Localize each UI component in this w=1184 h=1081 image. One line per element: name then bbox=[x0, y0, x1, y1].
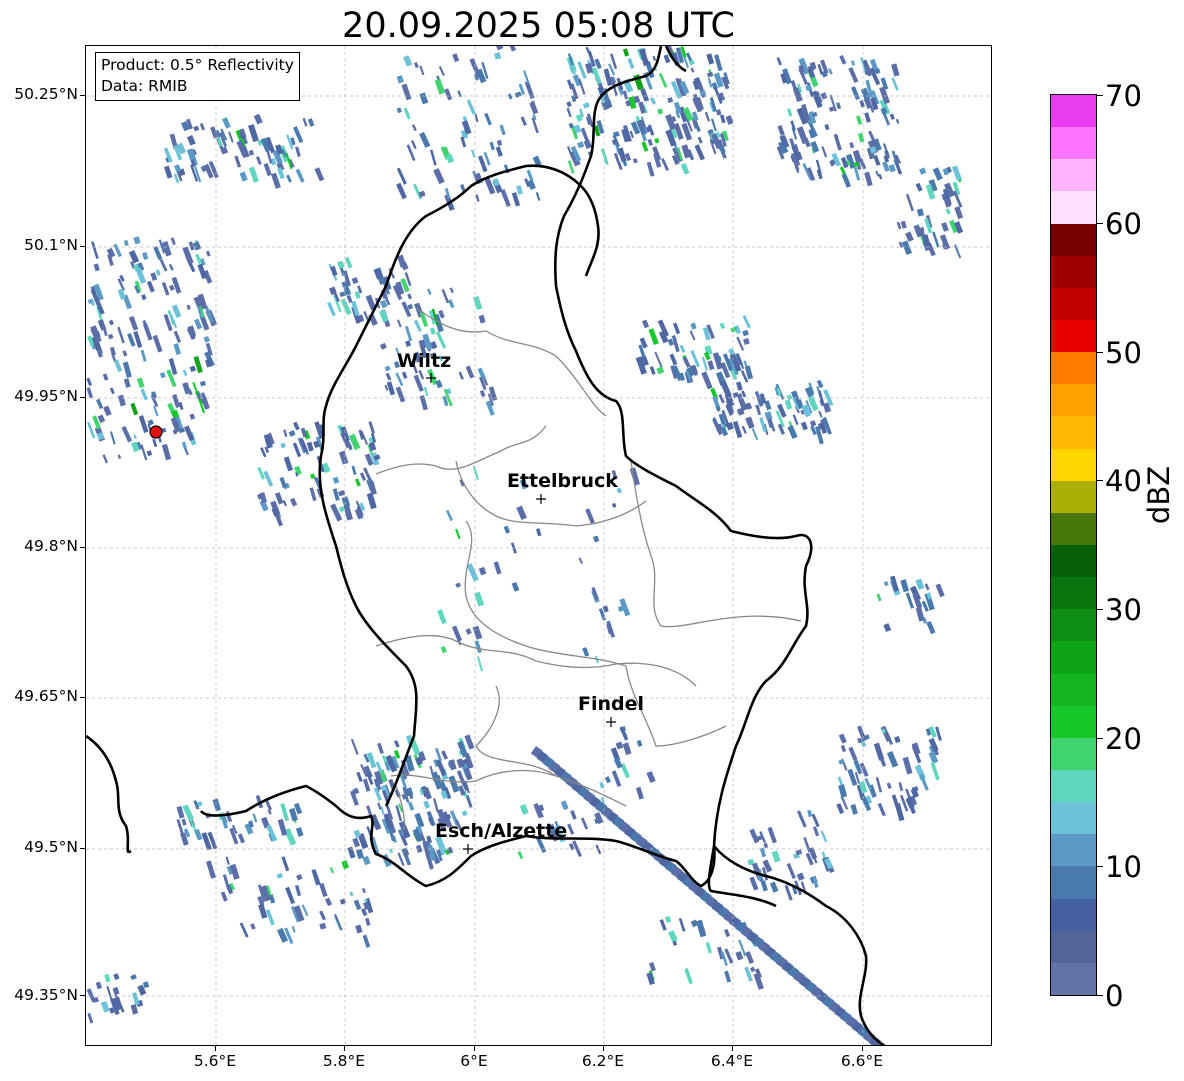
colorbar-title: dBZ bbox=[1142, 465, 1176, 525]
colorbar-segment bbox=[1051, 770, 1096, 803]
colorbar-segment bbox=[1051, 159, 1096, 192]
colorbar-segment bbox=[1051, 609, 1096, 642]
colorbar-segment bbox=[1051, 223, 1096, 256]
lon-label-6-6: 6.6°E bbox=[840, 1052, 884, 1070]
lat-tick bbox=[80, 95, 85, 96]
colorbar-segment bbox=[1051, 641, 1096, 674]
colorbar-segment bbox=[1051, 673, 1096, 706]
colorbar-segment bbox=[1051, 191, 1096, 224]
colorbar-label-20: 20 bbox=[1105, 722, 1142, 756]
colorbar-segment bbox=[1051, 930, 1096, 963]
colorbar-segment bbox=[1051, 705, 1096, 738]
lat-label-49-8: 49.8°N bbox=[24, 537, 78, 555]
city-label-findel: Findel bbox=[578, 693, 645, 715]
lat-tick bbox=[80, 397, 85, 398]
colorbar-segment bbox=[1051, 866, 1096, 899]
colorbar-segment bbox=[1051, 384, 1096, 417]
lon-label-6: 6°E bbox=[460, 1052, 488, 1070]
lat-tick bbox=[80, 995, 85, 996]
lat-label-49-5: 49.5°N bbox=[24, 838, 78, 856]
colorbar-label-10: 10 bbox=[1105, 850, 1142, 884]
colorbar-segment bbox=[1051, 512, 1096, 546]
colorbar-segment bbox=[1051, 255, 1096, 288]
lat-label-49-35: 49.35°N bbox=[14, 986, 78, 1004]
city-label-esch-alzette: Esch/Alzette bbox=[435, 820, 568, 842]
product-info-box: Product: 0.5° Reflectivity Data: RMIB bbox=[95, 52, 300, 101]
map-title: 20.09.2025 05:08 UTC bbox=[342, 6, 735, 46]
lat-tick bbox=[80, 547, 85, 548]
colorbar-tick bbox=[1097, 480, 1103, 481]
lat-label-50-25: 50.25°N bbox=[14, 85, 78, 103]
data-source-text: Data: RMIB bbox=[101, 77, 188, 95]
colorbar-segment bbox=[1051, 898, 1096, 931]
lat-label-50-1: 50.1°N bbox=[24, 236, 78, 254]
lon-label-5-8: 5.8°E bbox=[322, 1052, 366, 1070]
colorbar-segment bbox=[1051, 802, 1096, 835]
city-label-ettelbruck: Ettelbruck bbox=[507, 470, 618, 492]
colorbar-tick bbox=[1097, 738, 1103, 739]
colorbar-segment bbox=[1051, 127, 1096, 160]
radar-map bbox=[85, 45, 992, 1046]
city-label-wiltz: Wiltz bbox=[397, 350, 452, 372]
colorbar-segment bbox=[1051, 352, 1096, 385]
lat-label-49-95: 49.95°N bbox=[14, 387, 78, 405]
lon-tick bbox=[862, 1046, 863, 1051]
lon-label-5-6: 5.6°E bbox=[193, 1052, 237, 1070]
map-canvas bbox=[86, 46, 991, 1045]
lon-tick bbox=[474, 1046, 475, 1051]
colorbar bbox=[1050, 94, 1097, 996]
lat-tick bbox=[80, 848, 85, 849]
colorbar-segment bbox=[1051, 95, 1096, 128]
lon-tick bbox=[344, 1046, 345, 1051]
reflectivity-echoes bbox=[86, 46, 964, 1045]
colorbar-label-40: 40 bbox=[1105, 464, 1142, 498]
colorbar-segment bbox=[1051, 448, 1096, 481]
lon-label-6-2: 6.2°E bbox=[581, 1052, 625, 1070]
colorbar-segment bbox=[1051, 545, 1096, 578]
colorbar-tick bbox=[1097, 866, 1103, 867]
colorbar-tick bbox=[1097, 609, 1103, 610]
colorbar-segment bbox=[1051, 577, 1096, 610]
colorbar-segment bbox=[1051, 962, 1096, 995]
lon-tick bbox=[215, 1046, 216, 1051]
colorbar-segment bbox=[1051, 416, 1096, 449]
product-text: Product: 0.5° Reflectivity bbox=[101, 56, 294, 74]
lon-label-6-4: 6.4°E bbox=[710, 1052, 754, 1070]
country-borders bbox=[86, 46, 886, 1045]
colorbar-tick bbox=[1097, 352, 1103, 353]
colorbar-segment bbox=[1051, 320, 1096, 353]
radar-site-marker bbox=[149, 425, 163, 439]
lat-tick bbox=[80, 246, 85, 247]
lat-tick bbox=[80, 697, 85, 698]
colorbar-label-0: 0 bbox=[1105, 979, 1124, 1013]
lon-tick bbox=[603, 1046, 604, 1051]
colorbar-segment bbox=[1051, 834, 1096, 867]
colorbar-label-30: 30 bbox=[1105, 593, 1142, 627]
colorbar-tick bbox=[1097, 95, 1103, 96]
colorbar-label-50: 50 bbox=[1105, 336, 1142, 370]
lon-tick bbox=[732, 1046, 733, 1051]
colorbar-tick bbox=[1097, 995, 1103, 996]
colorbar-segment bbox=[1051, 480, 1096, 513]
colorbar-segment bbox=[1051, 287, 1096, 321]
colorbar-segment bbox=[1051, 737, 1096, 771]
colorbar-tick bbox=[1097, 223, 1103, 224]
colorbar-label-60: 60 bbox=[1105, 207, 1142, 241]
lat-label-49-65: 49.65°N bbox=[14, 687, 78, 705]
colorbar-label-70: 70 bbox=[1105, 79, 1142, 113]
